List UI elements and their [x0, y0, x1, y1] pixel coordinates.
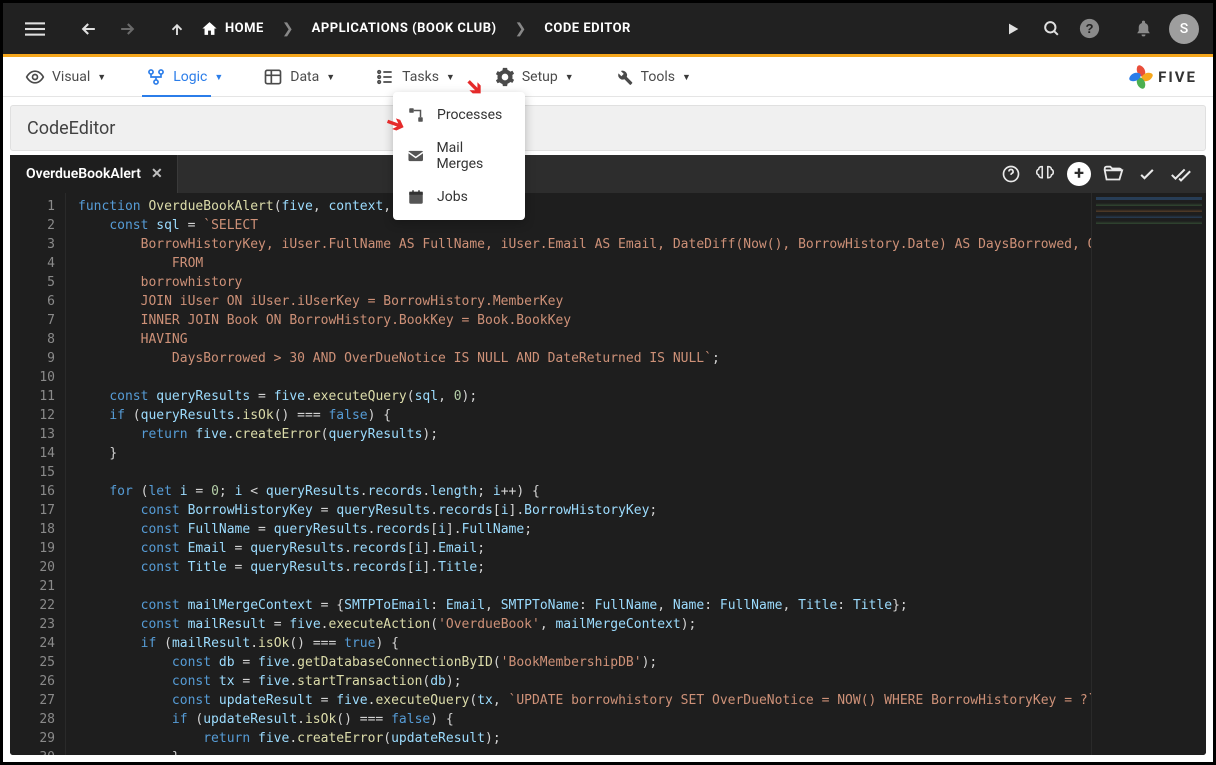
eye-icon	[25, 67, 45, 87]
chevron-right-icon: ❯	[282, 21, 294, 37]
editor-tab-label: OverdueBookAlert	[26, 166, 141, 182]
breadcrumb-app-label: APPLICATIONS (BOOK CLUB)	[312, 21, 497, 36]
breadcrumb-app[interactable]: APPLICATIONS (BOOK CLUB)	[312, 21, 497, 36]
gear-icon	[495, 67, 515, 87]
mail-icon	[407, 147, 424, 165]
editor-toolbar: OverdueBookAlert ✕ +	[10, 155, 1206, 193]
open-icon[interactable]	[1096, 157, 1130, 191]
tab-tasks[interactable]: Tasks▼	[369, 57, 461, 96]
add-button[interactable]: +	[1062, 157, 1096, 191]
tab-logic-label: Logic	[173, 69, 207, 85]
close-icon[interactable]: ✕	[151, 166, 163, 182]
tab-tools-label: Tools	[641, 69, 675, 85]
brand-text: FIVE	[1158, 68, 1197, 86]
help-icon[interactable]: ?	[1071, 11, 1107, 47]
search-icon[interactable]	[1033, 11, 1069, 47]
menu-icon[interactable]	[17, 11, 53, 47]
breadcrumb-home[interactable]: HOME	[201, 20, 264, 37]
check-icon[interactable]	[1130, 157, 1164, 191]
back-icon[interactable]	[71, 11, 107, 47]
tab-setup[interactable]: Setup▼	[489, 57, 580, 96]
pinwheel-icon	[1130, 66, 1152, 88]
avatar[interactable]: S	[1169, 14, 1199, 44]
code-area[interactable]: function OverdueBookAlert(five, context,…	[66, 193, 1091, 755]
hint-icon[interactable]	[994, 157, 1028, 191]
branch-icon	[146, 67, 166, 87]
tools-icon	[614, 67, 634, 87]
tab-data[interactable]: Data▼	[257, 57, 341, 96]
page-title-bar: CodeEditor	[10, 105, 1206, 151]
brand-logo: FIVE	[1130, 57, 1197, 96]
tab-setup-label: Setup	[522, 69, 558, 85]
play-icon[interactable]	[995, 11, 1031, 47]
tab-data-label: Data	[290, 69, 319, 85]
page-title: CodeEditor	[27, 118, 115, 139]
editor-tab[interactable]: OverdueBookAlert ✕	[10, 155, 178, 193]
dropdown-label: Mail Merges	[436, 140, 511, 172]
breadcrumb-editor[interactable]: CODE EDITOR	[544, 21, 631, 36]
home-icon	[201, 20, 218, 37]
tab-tasks-label: Tasks	[402, 69, 439, 85]
app-topbar: HOME ❯ APPLICATIONS (BOOK CLUB) ❯ CODE E…	[3, 3, 1213, 54]
avatar-initial: S	[1180, 21, 1188, 37]
chevron-right-icon: ❯	[515, 21, 527, 37]
dropdown-item-mailmerges[interactable]: Mail Merges	[393, 132, 525, 180]
tab-visual-label: Visual	[52, 69, 90, 85]
dropdown-item-processes[interactable]: Processes	[393, 98, 525, 132]
grid-icon	[263, 67, 283, 87]
tab-logic[interactable]: Logic▼	[140, 57, 229, 96]
breadcrumb-home-label: HOME	[225, 21, 264, 36]
dropdown-label: Jobs	[437, 189, 468, 205]
flow-icon	[407, 106, 425, 124]
svg-text:?: ?	[1085, 21, 1093, 36]
tab-visual[interactable]: Visual▼	[19, 57, 112, 96]
bell-icon[interactable]	[1125, 11, 1161, 47]
calendar-icon	[407, 188, 425, 206]
dropdown-item-jobs[interactable]: Jobs	[393, 180, 525, 214]
code-editor[interactable]: 1234567891011121314151617181920212223242…	[10, 193, 1206, 755]
tasks-dropdown: Processes Mail Merges Jobs	[393, 92, 525, 220]
brain-icon[interactable]	[1028, 157, 1062, 191]
sub-nav: Visual▼ Logic▼ Data▼ Tasks▼ Setup▼ Tools…	[3, 57, 1213, 97]
list-icon	[375, 67, 395, 87]
breadcrumb: HOME ❯ APPLICATIONS (BOOK CLUB) ❯ CODE E…	[201, 20, 631, 37]
line-gutter: 1234567891011121314151617181920212223242…	[10, 193, 66, 755]
tab-tools[interactable]: Tools▼	[608, 57, 697, 96]
minimap[interactable]	[1091, 193, 1206, 755]
breadcrumb-editor-label: CODE EDITOR	[544, 21, 631, 36]
upload-icon[interactable]	[159, 11, 195, 47]
dropdown-label: Processes	[437, 107, 502, 123]
forward-icon	[109, 11, 145, 47]
check-all-icon[interactable]	[1164, 157, 1198, 191]
